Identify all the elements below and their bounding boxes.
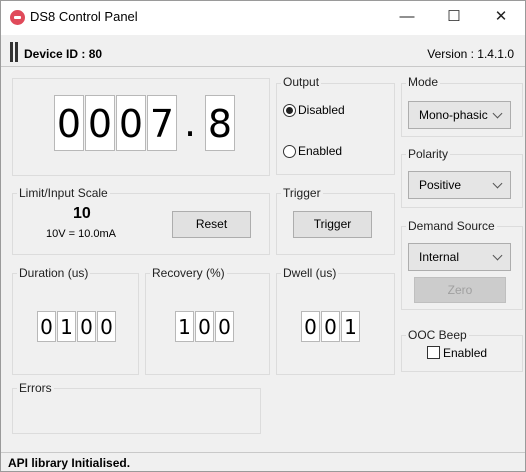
ooc-beep-checkbox-label: Enabled bbox=[443, 346, 488, 360]
output-disabled-radio[interactable] bbox=[283, 104, 296, 117]
trigger-button[interactable]: Trigger bbox=[293, 211, 372, 238]
limit-label: Limit/Input Scale bbox=[17, 186, 110, 200]
status-text: API library Initialised. bbox=[8, 456, 131, 470]
version-label: Version : 1.4.1.0 bbox=[427, 47, 514, 61]
output-enabled-label: Enabled bbox=[298, 144, 343, 158]
errors-label: Errors bbox=[17, 381, 54, 395]
output-enabled-radio[interactable] bbox=[283, 145, 296, 158]
output-disabled-label: Disabled bbox=[298, 103, 345, 117]
mode-select[interactable]: Mono-phasic bbox=[408, 101, 511, 129]
demand-source-value: Internal bbox=[419, 250, 460, 264]
value-digit[interactable]: 0 bbox=[54, 95, 84, 151]
recovery-digit[interactable]: 0 bbox=[195, 311, 214, 342]
grip-icon bbox=[10, 42, 13, 62]
duration-digit[interactable]: 0 bbox=[97, 311, 116, 342]
value-digit[interactable]: 0 bbox=[116, 95, 146, 151]
mode-value: Mono-phasic bbox=[419, 108, 488, 122]
limit-scale: 10V = 10.0mA bbox=[46, 228, 117, 240]
duration-label: Duration (us) bbox=[17, 266, 91, 280]
polarity-label: Polarity bbox=[406, 147, 451, 161]
value-digit[interactable]: 0 bbox=[85, 95, 115, 151]
dwell-digit[interactable]: 1 bbox=[341, 311, 360, 342]
dwell-label: Dwell (us) bbox=[281, 266, 339, 280]
grip-icon bbox=[15, 42, 18, 62]
recovery-label: Recovery (%) bbox=[150, 266, 227, 280]
demand-source-label: Demand Source bbox=[406, 219, 497, 233]
output-label: Output bbox=[281, 75, 322, 89]
value-digit[interactable]: 7 bbox=[147, 95, 177, 151]
chevron-down-icon bbox=[492, 250, 503, 261]
reset-button[interactable]: Reset bbox=[172, 211, 251, 238]
recovery-digit[interactable]: 1 bbox=[175, 311, 194, 342]
duration-digit[interactable]: 0 bbox=[77, 311, 96, 342]
chevron-down-icon bbox=[492, 108, 503, 119]
ooc-beep-checkbox[interactable] bbox=[427, 346, 440, 359]
device-id: Device ID : 80 bbox=[24, 47, 103, 61]
app-icon bbox=[10, 10, 25, 25]
demand-source-select[interactable]: Internal bbox=[408, 243, 511, 271]
limit-value: 10 bbox=[73, 205, 91, 222]
chevron-down-icon bbox=[492, 178, 503, 189]
duration-digit[interactable]: 1 bbox=[57, 311, 76, 342]
trigger-label: Trigger bbox=[281, 186, 323, 200]
decimal-point: . bbox=[184, 101, 197, 145]
minimize-button[interactable]: — bbox=[384, 1, 430, 33]
recovery-digit[interactable]: 0 bbox=[215, 311, 234, 342]
close-button[interactable]: ✕ bbox=[478, 1, 524, 33]
window-title: DS8 Control Panel bbox=[30, 9, 138, 24]
value-digit-decimal[interactable]: 8 bbox=[205, 95, 235, 151]
polarity-select[interactable]: Positive bbox=[408, 171, 511, 199]
mode-label: Mode bbox=[406, 75, 441, 89]
zero-button[interactable]: Zero bbox=[414, 277, 506, 303]
maximize-button[interactable]: ☐ bbox=[431, 1, 477, 33]
ooc-beep-label: OOC Beep bbox=[406, 328, 469, 342]
polarity-value: Positive bbox=[419, 178, 462, 192]
dwell-digit[interactable]: 0 bbox=[301, 311, 320, 342]
output-group bbox=[276, 83, 395, 175]
dwell-digit[interactable]: 0 bbox=[321, 311, 340, 342]
duration-digit[interactable]: 0 bbox=[37, 311, 56, 342]
